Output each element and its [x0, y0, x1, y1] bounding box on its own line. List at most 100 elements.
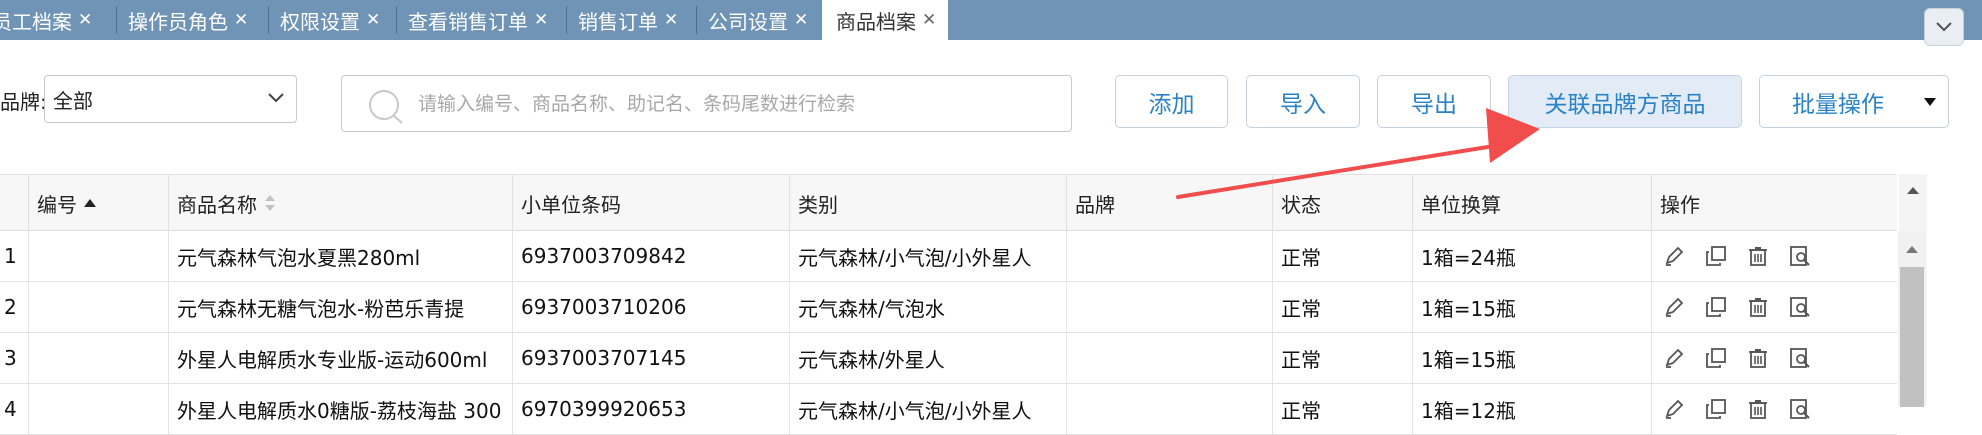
cell-brand: [1066, 231, 1272, 281]
tab-separator: [116, 6, 117, 34]
copy-icon[interactable]: [1704, 295, 1728, 319]
cell-unit: 1箱=15瓶: [1412, 333, 1651, 383]
cell-category: 元气森林/小气泡/小外星人: [789, 384, 1066, 434]
cell-name: 元气森林气泡水夏黑280ml: [168, 231, 512, 281]
row-index: 4: [4, 397, 17, 421]
cell-barcode: 6970399920653: [512, 384, 789, 434]
view-icon[interactable]: [1788, 346, 1812, 370]
copy-icon[interactable]: [1704, 397, 1728, 421]
scrollbar-thumb[interactable]: [1900, 267, 1924, 407]
column-header-unit: 单位换算: [1412, 175, 1651, 231]
cell-name: 元气森林无糖气泡水-粉芭乐青提: [168, 282, 512, 332]
caret-down-icon: [1924, 97, 1936, 106]
row-index: 3: [4, 346, 17, 370]
cell-ops: [1651, 282, 1897, 332]
copy-icon[interactable]: [1704, 244, 1728, 268]
cell-name: 外星人电解质水0糖版-荔枝海盐 300: [168, 384, 512, 434]
column-header-name[interactable]: 商品名称: [168, 175, 512, 231]
table-row[interactable]: 3 外星人电解质水专业版-运动600ml 6937003707145 元气森林/…: [0, 333, 1897, 384]
table-row[interactable]: 2 元气森林无糖气泡水-粉芭乐青提 6937003710206 元气森林/气泡水…: [0, 282, 1897, 333]
cell-code: [28, 384, 168, 434]
chevron-down-icon: [1936, 22, 1952, 32]
scroll-up-icon[interactable]: [1905, 184, 1921, 196]
tab-label: 操作员角色: [128, 9, 228, 34]
search-input[interactable]: [418, 88, 1038, 120]
tab-close-icon[interactable]: ✕: [664, 11, 678, 29]
row-index: 1: [4, 244, 17, 268]
table-row[interactable]: 1 元气森林气泡水夏黑280ml 6937003709842 元气森林/小气泡/…: [0, 231, 1897, 282]
view-icon[interactable]: [1788, 244, 1812, 268]
view-icon[interactable]: [1788, 397, 1812, 421]
cell-status: 正常: [1272, 333, 1412, 383]
cell-barcode: 6937003709842: [512, 231, 789, 281]
batch-operations-label: 批量操作: [1792, 91, 1884, 118]
tab-scroll-button[interactable]: [1924, 8, 1964, 46]
cell-unit: 1箱=12瓶: [1412, 384, 1651, 434]
chevron-down-icon: [268, 93, 284, 103]
batch-operations-button[interactable]: 批量操作: [1759, 75, 1949, 128]
tab-label: 员工档案: [0, 9, 72, 34]
brand-select[interactable]: 全部: [44, 75, 297, 123]
cell-brand: [1066, 333, 1272, 383]
tab-close-icon[interactable]: ✕: [234, 11, 248, 29]
cell-code: [28, 231, 168, 281]
export-button[interactable]: 导出: [1377, 75, 1491, 128]
sort-both-icon: [265, 195, 275, 211]
brand-select-value: 全部: [53, 88, 93, 113]
cell-ops: [1651, 231, 1897, 281]
cell-brand: [1066, 384, 1272, 434]
delete-icon[interactable]: [1746, 244, 1770, 268]
tab-view-sales-orders[interactable]: 查看销售订单 ✕: [408, 0, 548, 40]
edit-icon[interactable]: [1662, 397, 1686, 421]
tab-close-icon[interactable]: ✕: [366, 11, 380, 29]
tab-separator: [696, 6, 697, 34]
edit-icon[interactable]: [1662, 346, 1686, 370]
cell-unit: 1箱=24瓶: [1412, 231, 1651, 281]
edit-icon[interactable]: [1662, 295, 1686, 319]
edit-icon[interactable]: [1662, 244, 1686, 268]
tab-close-icon[interactable]: ✕: [78, 11, 92, 29]
tab-separator: [396, 6, 397, 34]
tab-employee-archive[interactable]: 员工档案 ✕: [0, 0, 92, 40]
cell-status: 正常: [1272, 282, 1412, 332]
table-vertical-scrollbar[interactable]: [1898, 231, 1926, 407]
tab-sales-orders[interactable]: 销售订单 ✕: [578, 0, 678, 40]
search-icon: [369, 90, 403, 124]
table-row[interactable]: 4 外星人电解质水0糖版-荔枝海盐 300 6970399920653 元气森林…: [0, 384, 1897, 435]
add-button-label: 添加: [1148, 91, 1195, 118]
view-icon[interactable]: [1788, 295, 1812, 319]
delete-icon[interactable]: [1746, 295, 1770, 319]
tab-label: 销售订单: [578, 9, 658, 34]
cell-category: 元气森林/外星人: [789, 333, 1066, 383]
tab-close-icon[interactable]: ✕: [794, 11, 808, 29]
cell-ops: [1651, 333, 1897, 383]
cell-category: 元气森林/气泡水: [789, 282, 1066, 332]
delete-icon[interactable]: [1746, 346, 1770, 370]
copy-icon[interactable]: [1704, 346, 1728, 370]
delete-icon[interactable]: [1746, 397, 1770, 421]
import-button[interactable]: 导入: [1246, 75, 1360, 128]
cell-status: 正常: [1272, 384, 1412, 434]
link-brand-products-button[interactable]: 关联品牌方商品: [1508, 75, 1742, 128]
tab-permission-settings[interactable]: 权限设置 ✕: [280, 0, 380, 40]
column-header-category: 类别: [789, 175, 1066, 231]
tab-operator-role[interactable]: 操作员角色 ✕: [128, 0, 248, 40]
tab-close-icon[interactable]: ✕: [534, 11, 548, 29]
add-button[interactable]: 添加: [1115, 75, 1228, 128]
tab-company-settings[interactable]: 公司设置 ✕: [708, 0, 808, 40]
export-button-label: 导出: [1411, 91, 1457, 118]
cell-code: [28, 333, 168, 383]
tab-product-archive[interactable]: 商品档案 ✕: [822, 0, 948, 40]
brand-filter-label: 品牌:: [0, 90, 47, 114]
scroll-up-icon[interactable]: [1904, 243, 1920, 255]
cell-unit: 1箱=15瓶: [1412, 282, 1651, 332]
tab-close-icon[interactable]: ✕: [922, 11, 936, 29]
column-header-brand: 品牌: [1066, 175, 1272, 231]
search-box[interactable]: [341, 75, 1072, 132]
sort-asc-icon: [84, 199, 96, 207]
column-header-code[interactable]: 编号: [28, 175, 168, 231]
batch-dropdown-toggle[interactable]: [1912, 76, 1948, 127]
cell-barcode: 6937003710206: [512, 282, 789, 332]
cell-brand: [1066, 282, 1272, 332]
cell-code: [28, 282, 168, 332]
